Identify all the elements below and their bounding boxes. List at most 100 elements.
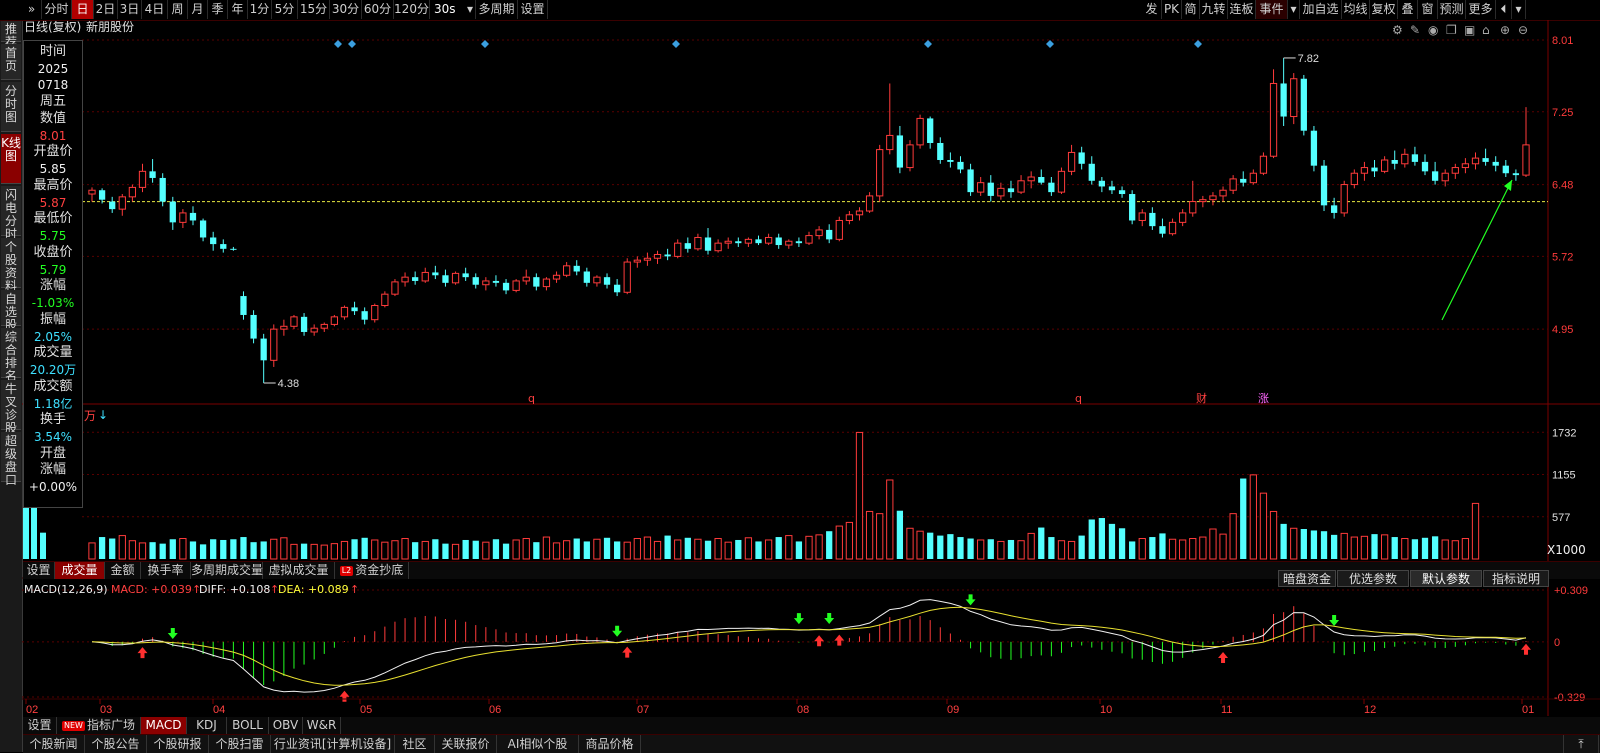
- volume-bar[interactable]: [1118, 528, 1126, 559]
- candle[interactable]: [1471, 152, 1480, 170]
- candle[interactable]: [633, 256, 641, 268]
- candle[interactable]: [664, 248, 671, 261]
- volume-bar[interactable]: [815, 534, 823, 560]
- volume-bar[interactable]: [1038, 527, 1045, 559]
- indicator-tab-5[interactable]: OBV: [269, 717, 303, 734]
- indicator-tab-0[interactable]: 设置: [23, 717, 57, 734]
- volume-bar[interactable]: [613, 541, 621, 559]
- candle[interactable]: [1482, 148, 1489, 166]
- candle[interactable]: [542, 277, 551, 291]
- candle[interactable]: [583, 267, 590, 287]
- candle[interactable]: [704, 228, 712, 255]
- volume-bar[interactable]: [220, 539, 227, 559]
- volume-bar[interactable]: [250, 542, 257, 559]
- candle[interactable]: [138, 163, 147, 193]
- volume-bar[interactable]: [916, 530, 924, 560]
- candle[interactable]: [724, 237, 732, 249]
- candle[interactable]: [1350, 169, 1358, 189]
- candle[interactable]: [1249, 169, 1257, 185]
- candle[interactable]: [876, 144, 884, 202]
- volume-bar[interactable]: [512, 539, 520, 560]
- volume-bar[interactable]: [785, 535, 793, 560]
- volume-bar[interactable]: [1380, 534, 1389, 560]
- volume-bar[interactable]: [1330, 534, 1338, 559]
- volume-bar[interactable]: [764, 539, 773, 560]
- candle[interactable]: [351, 301, 358, 315]
- volume-bar[interactable]: [412, 542, 419, 559]
- candle[interactable]: [1118, 186, 1126, 198]
- volume-bar[interactable]: [542, 536, 551, 560]
- volume-bar[interactable]: [1371, 534, 1378, 559]
- volume-bar[interactable]: [1199, 536, 1207, 560]
- candle[interactable]: [623, 258, 631, 295]
- bottom-link-6[interactable]: 关联报价: [435, 735, 497, 753]
- volume-bar[interactable]: [1098, 518, 1105, 559]
- volume-bar[interactable]: [947, 534, 954, 559]
- candle[interactable]: [199, 218, 207, 242]
- candle[interactable]: [1280, 57, 1287, 126]
- volume-bar[interactable]: [1411, 539, 1419, 559]
- candle[interactable]: [88, 187, 96, 202]
- volume-bar[interactable]: [684, 537, 691, 559]
- volume-bar[interactable]: [1067, 540, 1076, 560]
- candle[interactable]: [684, 237, 691, 253]
- volume-bar[interactable]: [290, 543, 298, 560]
- volume-bar[interactable]: [1310, 530, 1318, 559]
- candle[interactable]: [865, 192, 874, 213]
- volume-bar[interactable]: [735, 539, 742, 559]
- volume-bar[interactable]: [1159, 533, 1166, 559]
- candle[interactable]: [643, 252, 652, 266]
- volume-bar[interactable]: [240, 537, 247, 559]
- volume-bar[interactable]: [826, 531, 833, 559]
- eye-icon[interactable]: ◉: [1428, 23, 1438, 37]
- candle[interactable]: [1300, 74, 1307, 136]
- volume-bar[interactable]: [855, 431, 864, 560]
- kline-chart[interactable]: 8.01 7.25 6.48 5.72 4.95 7.82 4.38 q q 财 涨 ⚙ ✎ ◉ ❐ ▣ ⌂ ⊕ ⊖…: [0, 0, 1600, 752]
- candle[interactable]: [957, 156, 964, 174]
- candle[interactable]: [522, 269, 530, 285]
- volume-bar[interactable]: [603, 537, 611, 559]
- volume-bar[interactable]: [845, 521, 854, 560]
- indicator-tab-6[interactable]: W&R: [303, 717, 341, 734]
- candle[interactable]: [967, 163, 974, 196]
- volume-bar[interactable]: [1269, 510, 1278, 560]
- event-marker[interactable]: q: [1075, 392, 1082, 405]
- volume-bar[interactable]: [1401, 538, 1409, 560]
- indicator-tab-3[interactable]: KDJ: [187, 717, 227, 734]
- volume-bar[interactable]: [623, 541, 631, 560]
- candle[interactable]: [1149, 207, 1156, 230]
- candle[interactable]: [1441, 169, 1449, 187]
- volume-bar[interactable]: [1179, 539, 1187, 560]
- indicator-tab-1[interactable]: NEW 指标广场: [57, 717, 141, 734]
- candle[interactable]: [1108, 180, 1116, 195]
- volume-bar[interactable]: [1280, 523, 1287, 559]
- home-icon[interactable]: ⌂: [1482, 23, 1490, 37]
- candle[interactable]: [1189, 180, 1197, 217]
- bottom-link-8[interactable]: 商品价格: [579, 735, 641, 753]
- volume-bar[interactable]: [1007, 539, 1015, 559]
- candle[interactable]: [916, 114, 924, 149]
- candle[interactable]: [1492, 156, 1499, 172]
- volume-bar[interactable]: [1138, 538, 1146, 560]
- volume-tab-2[interactable]: 金额: [105, 562, 141, 579]
- indicator-help-button[interactable]: 指标说明: [1483, 570, 1549, 587]
- event-diamond-icon[interactable]: [672, 40, 680, 48]
- volume-bar[interactable]: [795, 541, 803, 559]
- volume-bar[interactable]: [199, 544, 207, 559]
- pen-icon[interactable]: ✎: [1410, 23, 1420, 37]
- candle[interactable]: [300, 313, 308, 336]
- candle[interactable]: [1259, 152, 1268, 176]
- volume-bar[interactable]: [977, 539, 985, 560]
- volume-bar[interactable]: [149, 542, 156, 559]
- candle[interactable]: [593, 275, 601, 287]
- candle[interactable]: [947, 152, 954, 168]
- volume-bar[interactable]: [1441, 539, 1449, 560]
- candle[interactable]: [159, 173, 166, 207]
- volume-bar[interactable]: [744, 537, 753, 560]
- volume-bar[interactable]: [1340, 532, 1348, 560]
- candle[interactable]: [1098, 177, 1105, 193]
- volume-tab-0[interactable]: 设置: [23, 562, 55, 579]
- candle[interactable]: [1502, 160, 1509, 178]
- volume-bar[interactable]: [653, 540, 662, 560]
- candle[interactable]: [613, 279, 621, 297]
